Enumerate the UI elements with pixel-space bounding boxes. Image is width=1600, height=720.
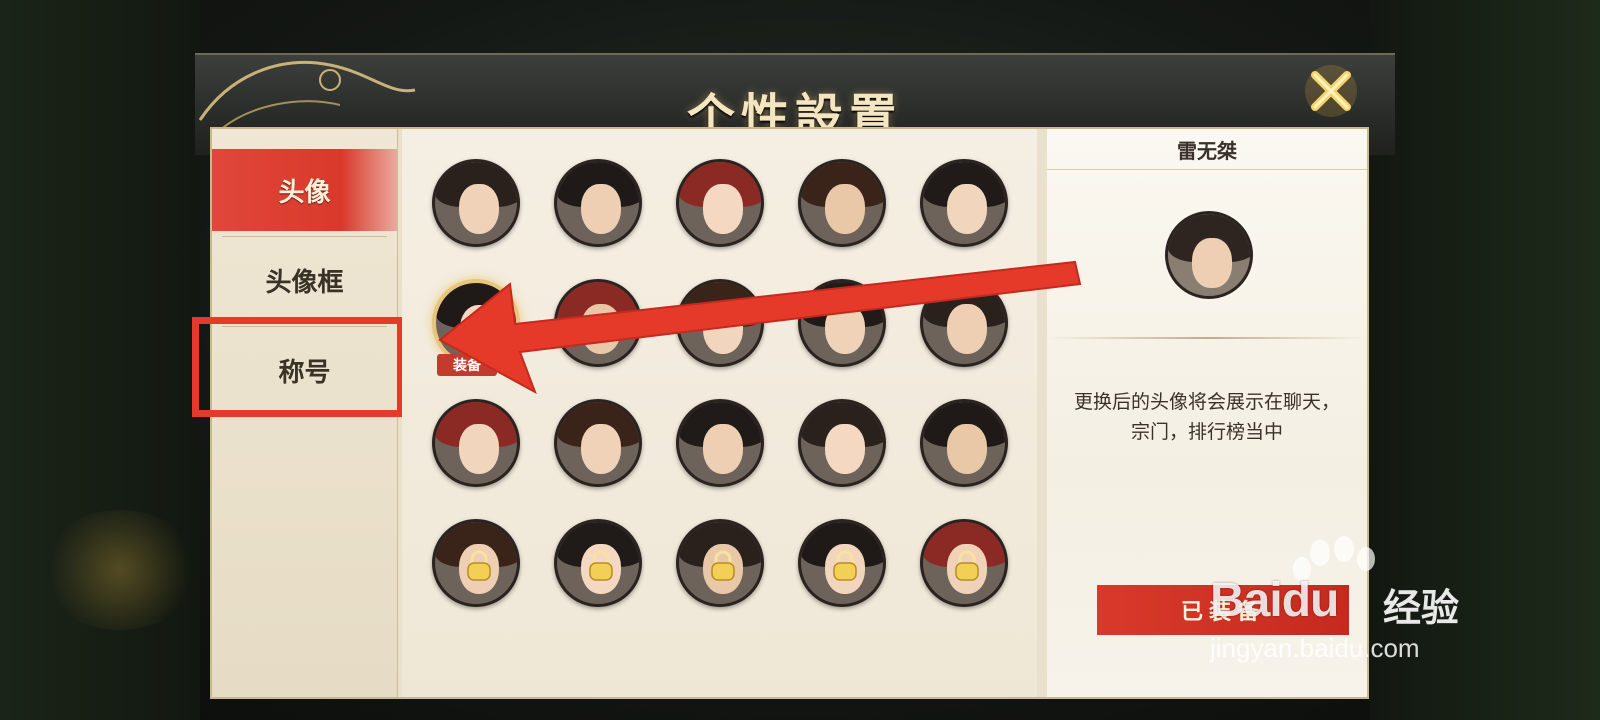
annotation-highlight-box (192, 317, 404, 417)
character-name: 雷无桀 (1177, 139, 1237, 163)
avatar-face (825, 304, 865, 354)
detail-divider (1047, 337, 1367, 339)
lock-icon (711, 550, 735, 581)
lock-icon (955, 550, 979, 581)
avatar-face (825, 184, 865, 234)
avatar-option[interactable] (920, 159, 1008, 247)
avatar-option[interactable] (676, 519, 764, 607)
avatar-option[interactable] (676, 159, 764, 247)
background-glow (40, 510, 200, 630)
avatar-grid: 装备 (402, 129, 1037, 697)
equipped-tag: 装备 (437, 354, 497, 376)
personalization-dialog: 个性設置 头像 头像框 称号 装备 雷无桀 更换后的头像将会展示在聊天，宗门，排… (192, 35, 1395, 710)
close-button[interactable] (1303, 63, 1359, 119)
tab-divider (222, 236, 387, 237)
avatar-option[interactable] (920, 519, 1008, 607)
avatar-face (460, 305, 500, 355)
avatar-option[interactable] (554, 399, 642, 487)
tab-avatar-label: 头像 (278, 177, 331, 208)
avatar-option[interactable] (432, 519, 520, 607)
dialog-body: 头像 头像框 称号 装备 雷无桀 更换后的头像将会展示在聊天，宗门，排行榜当中 (192, 127, 1369, 699)
avatar-option[interactable] (798, 159, 886, 247)
avatar-option[interactable] (676, 279, 764, 367)
avatar-description: 更换后的头像将会展示在聊天，宗门，排行榜当中 (1073, 391, 1340, 443)
detail-divider (1047, 169, 1367, 170)
avatar-option[interactable] (920, 279, 1008, 367)
avatar-face (459, 424, 499, 474)
avatar-option[interactable] (554, 519, 642, 607)
avatar-option[interactable] (432, 159, 520, 247)
avatar-option[interactable] (554, 159, 642, 247)
avatar-face (947, 304, 987, 354)
selected-avatar (1165, 211, 1253, 299)
avatar-option[interactable] (798, 519, 886, 607)
avatar-detail-panel: 雷无桀 更换后的头像将会展示在聊天，宗门，排行榜当中 已装备 (1047, 129, 1367, 697)
tab-avatar-frame-label: 头像框 (265, 267, 344, 298)
avatar-face (703, 184, 743, 234)
equipped-button[interactable]: 已装备 (1097, 585, 1349, 635)
background-right (1370, 0, 1600, 720)
lock-icon (833, 550, 857, 581)
avatar-option[interactable] (798, 399, 886, 487)
avatar-option[interactable] (432, 399, 520, 487)
avatar-face (825, 424, 865, 474)
tab-avatar[interactable]: 头像 (212, 149, 397, 231)
avatar-option[interactable] (798, 279, 886, 367)
avatar-face (581, 424, 621, 474)
avatar-option[interactable] (676, 399, 764, 487)
lock-icon (589, 550, 613, 581)
equipped-button-label: 已装备 (1180, 599, 1265, 625)
lock-icon (467, 550, 491, 581)
avatar-face (947, 184, 987, 234)
close-x-icon (1305, 65, 1357, 117)
avatar-face (703, 304, 743, 354)
avatar-face (947, 424, 987, 474)
avatar-face (581, 184, 621, 234)
avatar-face (703, 424, 743, 474)
avatar-face (581, 304, 621, 354)
avatar-option[interactable] (920, 399, 1008, 487)
tab-avatar-frame[interactable]: 头像框 (212, 239, 397, 321)
avatar-option[interactable] (554, 279, 642, 367)
avatar-face (459, 184, 499, 234)
